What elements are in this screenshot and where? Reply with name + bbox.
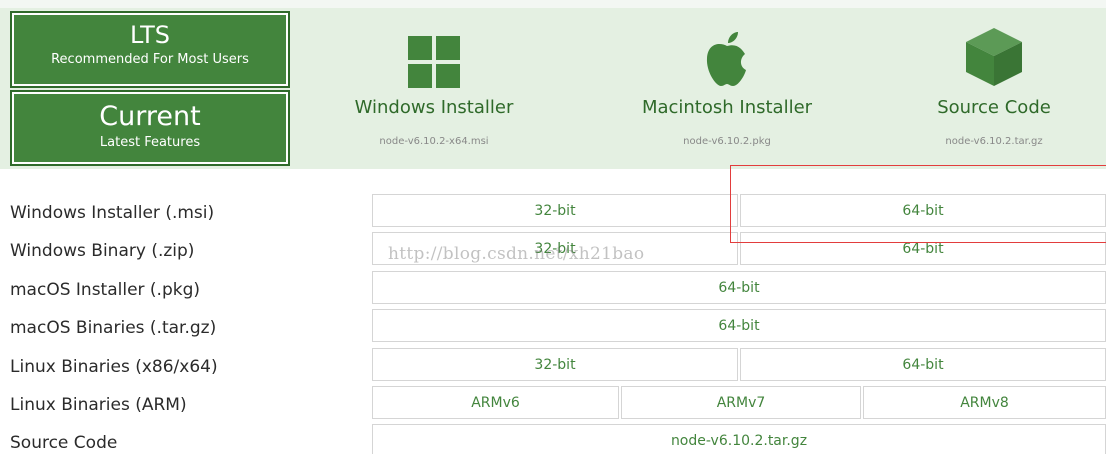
- mac-installer-download[interactable]: Macintosh Installer node-v6.10.2.pkg: [607, 22, 847, 147]
- download-banner: LTS Recommended For Most Users Current L…: [0, 8, 1106, 169]
- tab-current-subtitle: Latest Features: [99, 135, 201, 150]
- windows-zip-64bit-link[interactable]: 64-bit: [740, 232, 1106, 265]
- apple-logo-icon: [706, 32, 746, 86]
- tab-current[interactable]: Current Latest Features: [10, 90, 290, 166]
- windows-installer-file: node-v6.10.2-x64.msi: [379, 136, 489, 147]
- row-label-macos-tar: macOS Binaries (.tar.gz): [10, 318, 217, 338]
- windows-installer-download[interactable]: Windows Installer node-v6.10.2-x64.msi: [314, 22, 554, 147]
- mac-installer-file: node-v6.10.2.pkg: [683, 136, 771, 147]
- windows-msi-32bit-link[interactable]: 32-bit: [372, 194, 738, 227]
- linux-armv8-link[interactable]: ARMv8: [863, 386, 1106, 419]
- source-code-download[interactable]: Source Code node-v6.10.2.tar.gz: [874, 22, 1106, 147]
- linux-armv7-link[interactable]: ARMv7: [621, 386, 861, 419]
- mac-installer-title: Macintosh Installer: [641, 97, 813, 118]
- source-code-tarball-link[interactable]: node-v6.10.2.tar.gz: [372, 424, 1106, 454]
- tab-lts[interactable]: LTS Recommended For Most Users: [10, 11, 290, 88]
- windows-msi-64bit-link[interactable]: 64-bit: [740, 194, 1106, 227]
- windows-installer-title: Windows Installer: [354, 97, 514, 118]
- row-label-windows-zip: Windows Binary (.zip): [10, 241, 195, 261]
- windows-zip-32bit-link[interactable]: 32-bit: [372, 232, 738, 265]
- top-strip: [0, 0, 1106, 8]
- tab-lts-subtitle: Recommended For Most Users: [51, 52, 249, 67]
- tab-lts-title: LTS: [130, 21, 170, 49]
- row-label-source-code: Source Code: [10, 433, 118, 453]
- row-label-linux-x86: Linux Binaries (x86/x64): [10, 357, 218, 377]
- box-icon: [966, 28, 1022, 86]
- macos-pkg-64bit-link[interactable]: 64-bit: [372, 271, 1106, 304]
- linux-armv6-link[interactable]: ARMv6: [372, 386, 619, 419]
- linux-x64-64bit-link[interactable]: 64-bit: [740, 348, 1106, 381]
- linux-x86-32bit-link[interactable]: 32-bit: [372, 348, 738, 381]
- windows-logo-icon: [408, 36, 460, 88]
- row-label-linux-arm: Linux Binaries (ARM): [10, 395, 187, 415]
- source-code-file: node-v6.10.2.tar.gz: [945, 136, 1043, 147]
- row-label-macos-pkg: macOS Installer (.pkg): [10, 280, 201, 300]
- source-code-title: Source Code: [937, 97, 1051, 118]
- tab-current-title: Current: [99, 101, 201, 132]
- macos-tar-64bit-link[interactable]: 64-bit: [372, 309, 1106, 342]
- row-label-windows-msi: Windows Installer (.msi): [10, 203, 215, 223]
